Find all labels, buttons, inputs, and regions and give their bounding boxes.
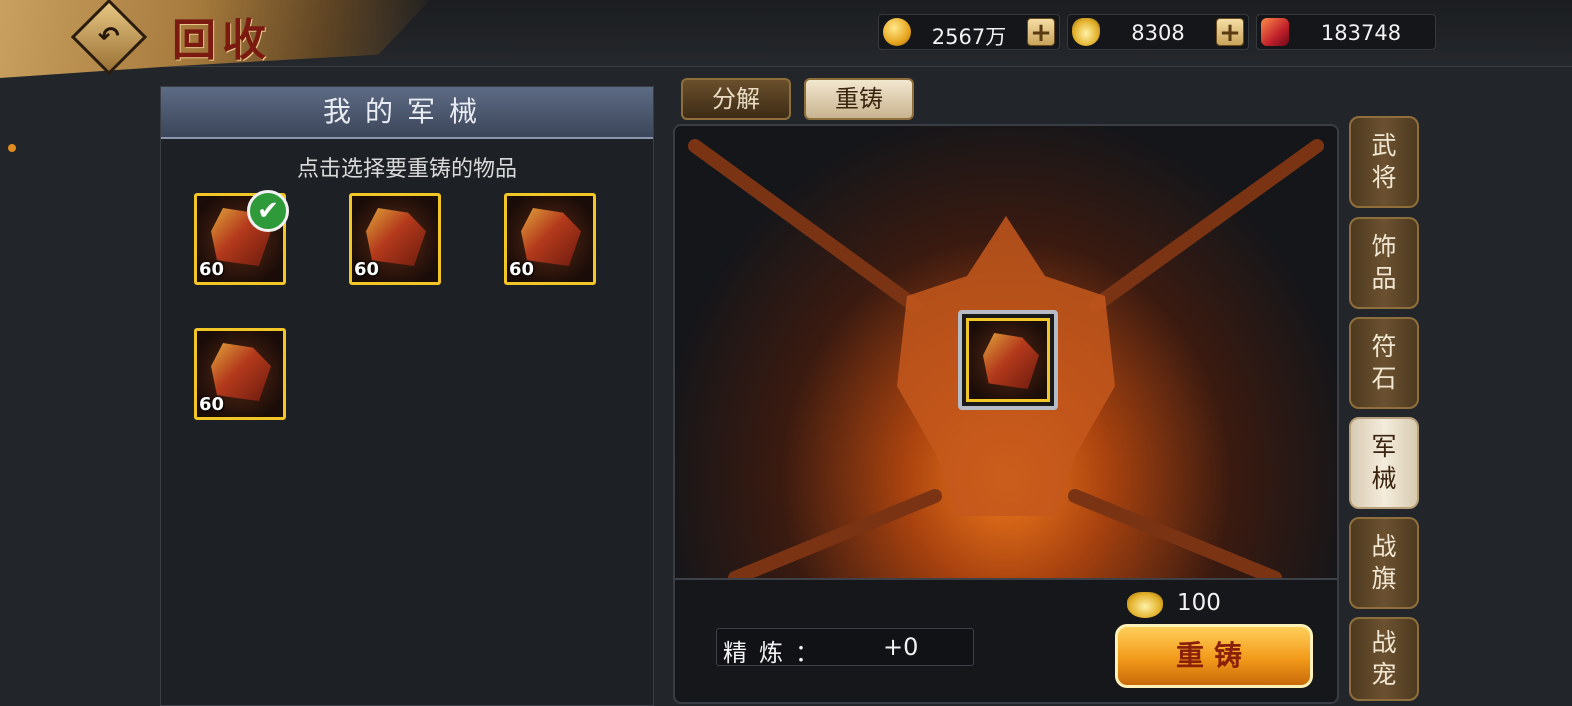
side-tab-label: 战旗 xyxy=(1371,532,1397,593)
side-tab-generals[interactable]: 武将 xyxy=(1349,116,1419,208)
gold-ingot-icon xyxy=(1072,18,1100,46)
coins-value: 2567万 xyxy=(931,25,1007,49)
side-tab-label: 符石 xyxy=(1371,332,1397,393)
coins-counter: 2567万 + xyxy=(878,14,1060,50)
side-tab-pets[interactable]: 战宠 xyxy=(1349,617,1419,701)
side-tab-ordnance[interactable]: 军械 xyxy=(1349,417,1419,509)
inventory-panel: 我的军械 点击选择要重铸的物品 60 ✔ 60 60 60 xyxy=(160,86,654,706)
tab-recast[interactable]: 重铸 xyxy=(804,78,914,120)
side-tab-runestones[interactable]: 符石 xyxy=(1349,317,1419,409)
inventory-item-2[interactable]: 60 xyxy=(349,193,441,285)
select-hint: 点击选择要重铸的物品 xyxy=(296,157,517,182)
item-level: 60 xyxy=(354,259,380,280)
page-title: 回收 xyxy=(172,15,272,66)
divider xyxy=(675,578,1337,580)
side-tab-banners[interactable]: 战旗 xyxy=(1349,517,1419,609)
selected-item-slot[interactable] xyxy=(958,310,1058,410)
refine-value: +0 xyxy=(883,633,919,661)
ingots-counter: 8308 + xyxy=(1067,14,1249,50)
item-level: 60 xyxy=(509,259,535,280)
recast-panel: 100 精炼： +0 重铸 xyxy=(673,124,1339,704)
inventory-item-4[interactable]: 60 xyxy=(194,328,286,420)
side-tab-label: 军械 xyxy=(1371,432,1397,493)
tab-decompose[interactable]: 分解 xyxy=(681,78,791,120)
siege-chariot-icon xyxy=(983,333,1039,389)
side-tab-label: 饰品 xyxy=(1371,232,1397,293)
inventory-item-1[interactable]: 60 ✔ xyxy=(194,190,289,285)
selected-item-frame xyxy=(966,318,1050,402)
war-beast-cart-icon xyxy=(366,208,426,266)
gold-coin-icon xyxy=(883,18,911,46)
catapult-icon xyxy=(211,343,271,401)
item-level: 60 xyxy=(199,259,225,280)
refine-label: 精炼： xyxy=(723,639,831,667)
gems-value: 183748 xyxy=(1320,21,1402,45)
back-arrow-icon: ↶ xyxy=(98,21,120,52)
side-tab-accessories[interactable]: 饰品 xyxy=(1349,217,1419,309)
side-tab-label: 武将 xyxy=(1371,131,1397,192)
gold-ingot-icon xyxy=(1127,592,1163,618)
add-ingots-button[interactable]: + xyxy=(1216,18,1244,47)
red-gem-icon xyxy=(1261,18,1289,46)
side-tab-label: 战宠 xyxy=(1371,628,1397,689)
checkmark-icon: ✔ xyxy=(247,190,289,232)
refine-display: 精炼： +0 xyxy=(716,628,974,667)
war-chariot-icon xyxy=(521,208,581,266)
inventory-title: 我的军械 xyxy=(161,87,653,139)
item-level: 60 xyxy=(199,394,225,415)
add-coins-button[interactable]: + xyxy=(1027,18,1055,47)
gems-counter: 183748 xyxy=(1256,14,1436,50)
ingots-value: 8308 xyxy=(1131,21,1185,45)
notification-dot xyxy=(8,144,16,152)
inventory-item-3[interactable]: 60 xyxy=(504,193,596,285)
recast-button[interactable]: 重铸 xyxy=(1115,624,1313,688)
cost-value: 100 xyxy=(1177,590,1221,616)
